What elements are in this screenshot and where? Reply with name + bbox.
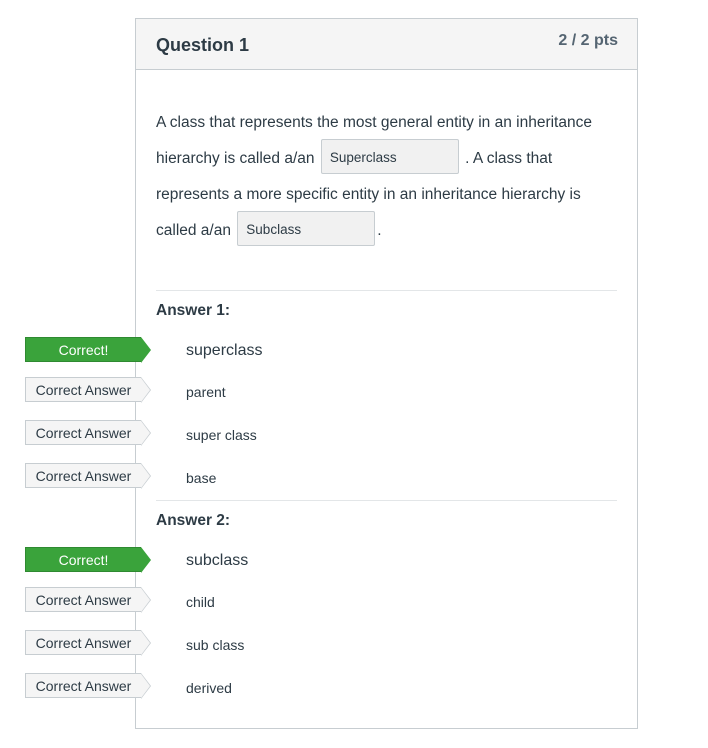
blank-2-answer: Subclass (237, 211, 376, 247)
correct-answer-tag: Correct Answer (25, 377, 151, 403)
correct-answer-tag-label: Correct Answer (35, 382, 132, 398)
divider (156, 500, 617, 501)
correct-tag-label: Correct! (58, 342, 109, 358)
tag-arrow (141, 337, 151, 363)
answer-2-alt-3: derived (186, 680, 232, 696)
correct-tag-label: Correct! (58, 552, 109, 568)
answer-1-label: Answer 1: (156, 302, 231, 319)
answer-1-alt-3: base (186, 470, 217, 486)
answer-1-chosen: superclass (186, 342, 263, 359)
question-text: A class that represents the most general… (156, 105, 611, 249)
correct-answer-tag-label: Correct Answer (35, 592, 132, 608)
question-title: Question 1 (156, 35, 250, 55)
question-card: Question 1 2 / 2 pts A class that repres… (135, 18, 638, 729)
correct-answer-tag: Correct Answer (25, 630, 151, 656)
divider (156, 290, 617, 291)
question-text-part-3: . (377, 222, 382, 239)
question-points: 2 / 2 pts (558, 32, 618, 49)
correct-tag: Correct! (25, 337, 151, 363)
question-header: Question 1 2 / 2 pts (136, 19, 637, 70)
answer-2-alt-2: sub class (186, 637, 245, 653)
correct-answer-tag-label: Correct Answer (35, 425, 132, 441)
answer-1-alt-2: super class (186, 427, 257, 443)
correct-answer-tag: Correct Answer (25, 463, 151, 489)
answer-1-alt-1: parent (186, 384, 226, 400)
answer-2-label: Answer 2: (156, 512, 231, 529)
correct-tag: Correct! (25, 547, 151, 573)
correct-answer-tag: Correct Answer (25, 673, 151, 699)
correct-answer-tag: Correct Answer (25, 420, 151, 446)
correct-answer-tag-label: Correct Answer (35, 635, 132, 651)
correct-answer-tag-label: Correct Answer (35, 468, 132, 484)
tag-arrow (141, 547, 151, 573)
correct-answer-tag: Correct Answer (25, 587, 151, 613)
answer-2-alt-1: child (186, 594, 215, 610)
blank-1-answer: Superclass (320, 139, 459, 175)
correct-answer-tag-label: Correct Answer (35, 678, 132, 694)
answer-2-chosen: subclass (186, 552, 249, 569)
